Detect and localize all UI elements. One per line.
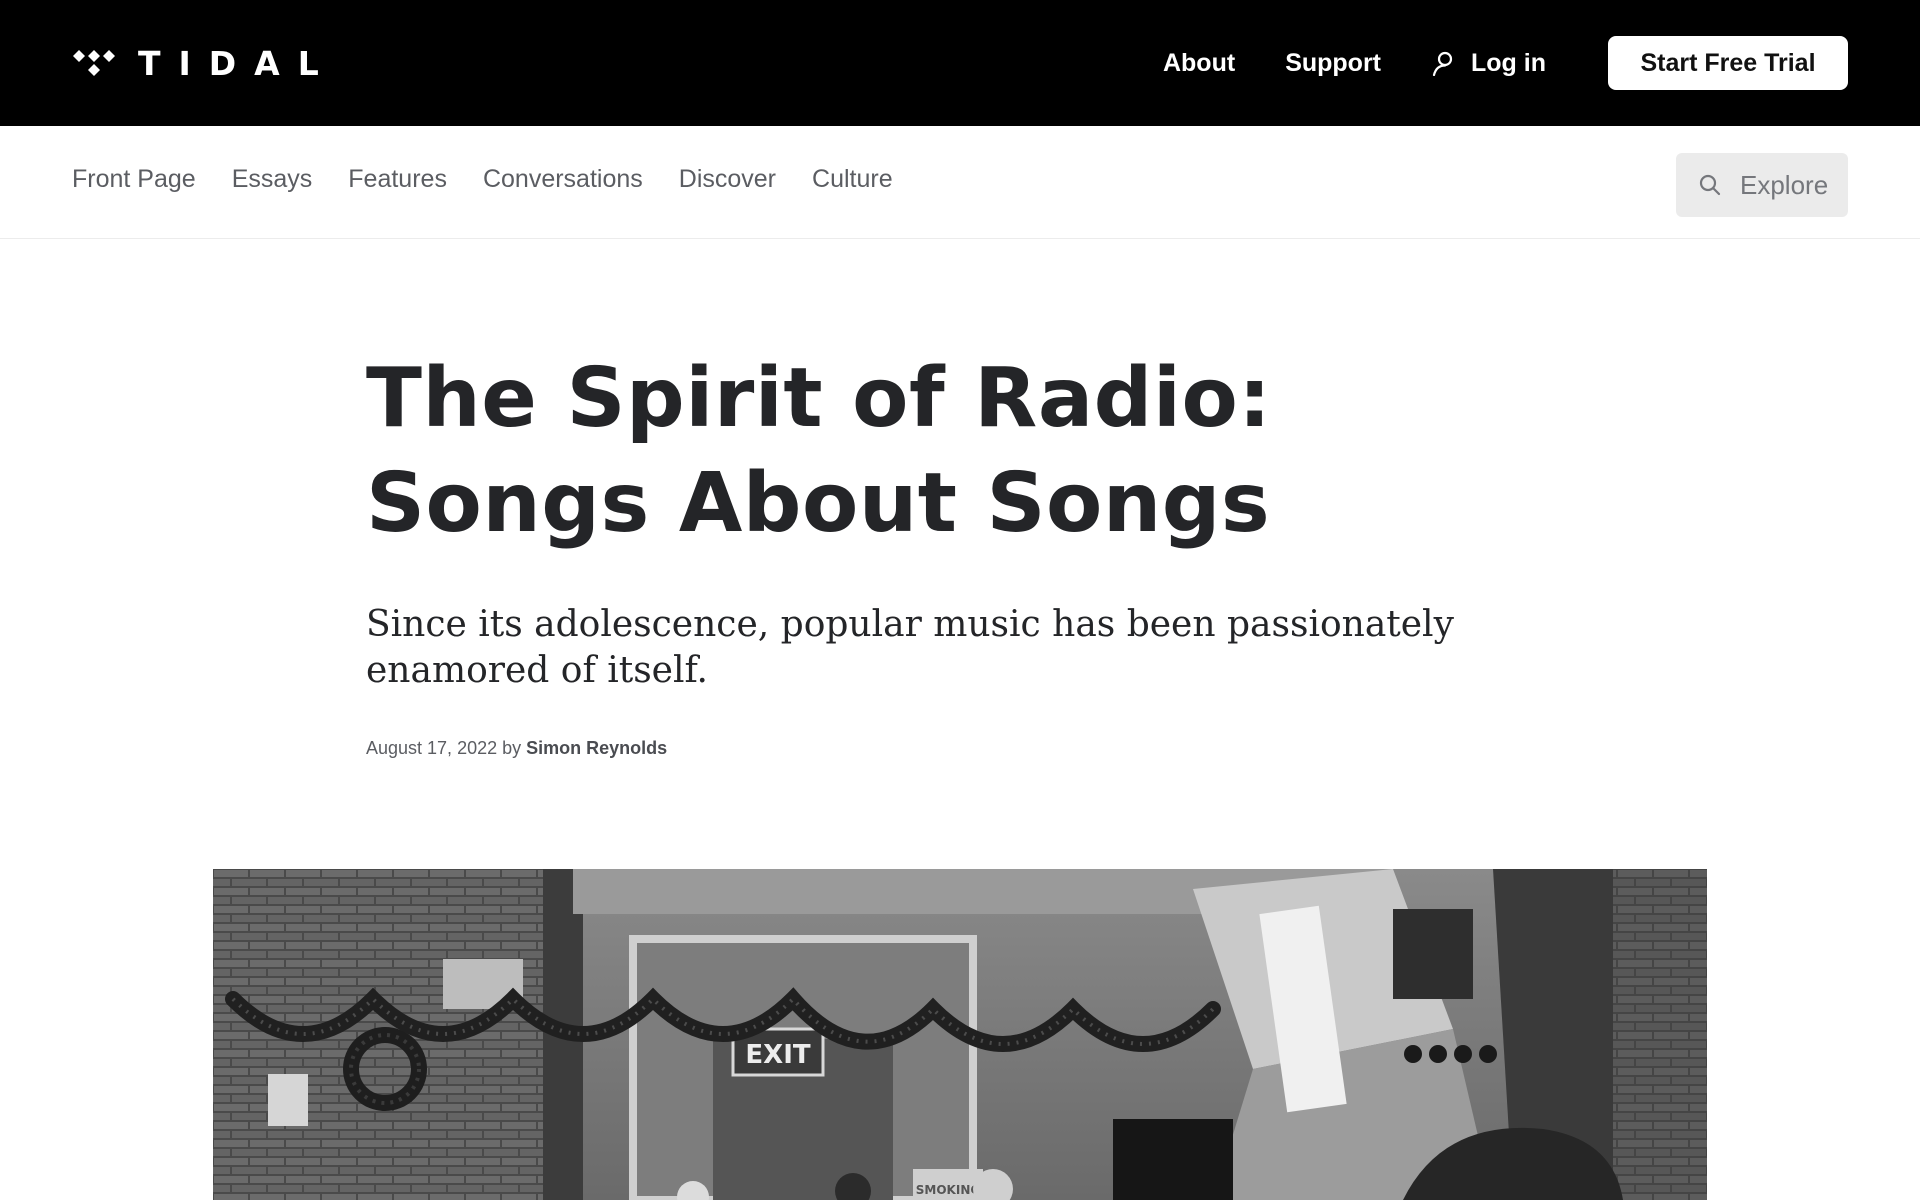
article-author-link[interactable]: Simon Reynolds [526, 738, 667, 758]
header-nav: About Support Log in Start Free Trial [1163, 36, 1848, 90]
search-icon [1699, 174, 1721, 196]
explore-label: Explore [1740, 169, 1829, 200]
article-byline: August 17, 2022 by Simon Reynolds [366, 738, 1566, 759]
section-essays[interactable]: Essays [232, 165, 313, 194]
nav-link-about[interactable]: About [1163, 49, 1235, 78]
article-header: The Spirit of Radio: Songs About Songs S… [366, 346, 1566, 759]
hero-photo: EXIT SMOKING [213, 869, 1707, 1200]
tidal-diamonds-icon [73, 50, 115, 76]
user-icon [1432, 51, 1453, 76]
start-free-trial-button[interactable]: Start Free Trial [1608, 36, 1848, 90]
login-link[interactable]: Log in [1431, 49, 1546, 78]
section-front-page[interactable]: Front Page [72, 165, 196, 194]
top-header: TIDAL About Support Log in Start Free Tr… [0, 0, 1920, 126]
brand-wordmark: TIDAL [138, 43, 337, 83]
article-date: August 17, 2022 [366, 738, 498, 758]
section-nav: Front Page Essays Features Conversations… [0, 126, 1920, 239]
nav-link-support[interactable]: Support [1285, 49, 1381, 78]
section-conversations[interactable]: Conversations [483, 165, 643, 194]
section-discover[interactable]: Discover [679, 165, 776, 194]
article-dek: Since its adolescence, popular music has… [366, 604, 1454, 691]
section-nav-items: Front Page Essays Features Conversations… [72, 165, 893, 194]
radio-studio-photo: EXIT SMOKING [213, 869, 1707, 1200]
article-title: The Spirit of Radio: Songs About Songs [366, 351, 1272, 551]
brand-logo[interactable]: TIDAL [72, 44, 337, 83]
exit-sign: EXIT [745, 1040, 810, 1070]
smoking-sign: SMOKING [916, 1183, 980, 1197]
byline-by: by [502, 738, 522, 758]
section-features[interactable]: Features [348, 165, 447, 194]
login-label: Log in [1471, 48, 1546, 77]
explore-search-button[interactable]: Explore [1676, 153, 1848, 217]
section-culture[interactable]: Culture [812, 165, 893, 194]
